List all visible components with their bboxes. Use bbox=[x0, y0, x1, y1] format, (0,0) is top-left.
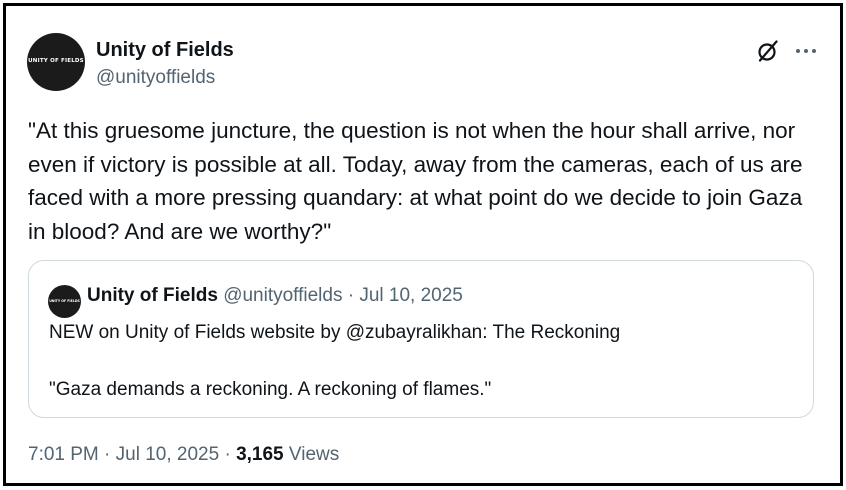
author-avatar[interactable]: UNITY OF FIELDS bbox=[27, 33, 85, 91]
more-dots-icon[interactable] bbox=[794, 40, 818, 62]
quoted-author-avatar[interactable]: UNITY OF FIELDS bbox=[48, 285, 81, 318]
quoted-handle-date: @unityoffields · Jul 10, 2025 bbox=[223, 285, 463, 306]
views-count: 3,165 bbox=[236, 444, 284, 465]
quoted-text-line1: NEW on Unity of Fields website by @zubay… bbox=[49, 322, 621, 343]
quoted-display-name[interactable]: Unity of Fields bbox=[87, 285, 218, 306]
tweet-card: UNITY OF FIELDS Unity of Fields @unityof… bbox=[3, 3, 843, 486]
grok-slash-icon[interactable] bbox=[756, 39, 780, 63]
quoted-avatar-logo-text: UNITY OF FIELDS bbox=[49, 299, 80, 303]
quoted-text-line2: "Gaza demands a reckoning. A reckoning o… bbox=[49, 379, 492, 400]
tweet-text: "At this gruesome juncture, the question… bbox=[28, 118, 803, 244]
views-label: Views bbox=[288, 444, 340, 465]
avatar-logo-text: UNITY OF FIELDS bbox=[28, 58, 84, 64]
tweet-timestamp[interactable]: 7:01 PM · Jul 10, 2025 · bbox=[28, 444, 236, 465]
author-display-name[interactable]: Unity of Fields bbox=[96, 39, 234, 62]
tweet-footer: 7:01 PM · Jul 10, 2025 · 3,165 Views bbox=[28, 444, 339, 466]
quoted-header: Unity of Fields @unityoffields · Jul 10,… bbox=[87, 285, 463, 307]
author-handle[interactable]: @unityoffields bbox=[96, 67, 215, 89]
quoted-tweet[interactable]: UNITY OF FIELDS Unity of Fields @unityof… bbox=[28, 260, 814, 418]
